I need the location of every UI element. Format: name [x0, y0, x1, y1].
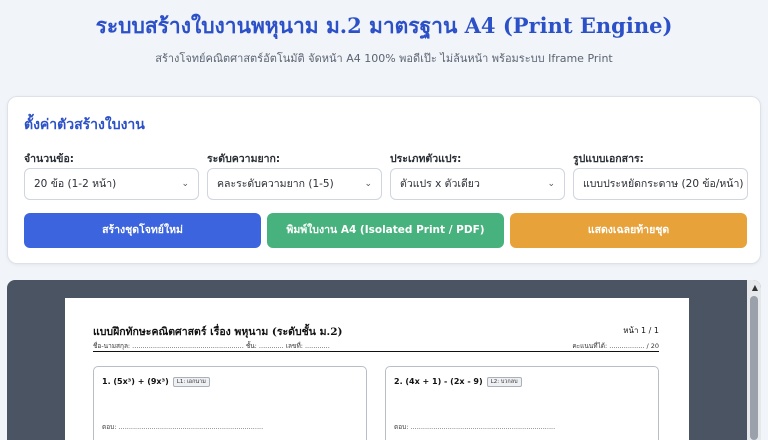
variable-type-select[interactable]: ตัวแปร x ตัวเดียว ⌄ — [390, 168, 565, 200]
question-text: 1. (5x³) + (9x³) L1: เอกนาม — [102, 377, 210, 387]
generate-button[interactable]: สร้างชุดโจทย์ใหม่ — [24, 213, 261, 248]
document-format-select[interactable]: แบบประหยัดกระดาษ (20 ข้อ/หน้า) — [573, 168, 748, 200]
settings-title: ตั้งค่าตัวสร้างใบงาน — [24, 117, 145, 133]
preview-scrollbar[interactable]: ▲ — [747, 280, 761, 440]
question-count-value: 20 ข้อ (1-2 หน้า) — [34, 178, 117, 190]
answer-line: ตอบ: ...................................… — [102, 423, 264, 431]
student-info-line: ชื่อ-นามสกุล: ..........................… — [93, 342, 330, 350]
chevron-down-icon: ⌄ — [181, 179, 189, 189]
difficulty-select[interactable]: คละระดับความยาก (1-5) ⌄ — [207, 168, 382, 200]
scrollbar-thumb[interactable] — [750, 296, 758, 440]
page-title: ระบบสร้างใบงานพหุนาม ม.2 มาตรฐาน A4 (Pri… — [95, 13, 673, 38]
show-answers-button[interactable]: แสดงเฉลยท้ายชุด — [510, 213, 747, 248]
level-badge: L1: เอกนาม — [172, 377, 210, 387]
worksheet-page: แบบฝึกทักษะคณิตศาสตร์ เรื่อง พหุนาม (ระด… — [65, 298, 689, 440]
document-format-label: รูปแบบเอกสาร: — [573, 153, 644, 165]
header-divider — [93, 351, 659, 352]
answer-line: ตอบ: ...................................… — [394, 423, 556, 431]
page-subtitle: สร้างโจทย์คณิตศาสตร์อัตโนมัติ จัดหน้า A4… — [155, 52, 613, 65]
variable-type-value: ตัวแปร x ตัวเดียว — [400, 178, 480, 190]
score-line: คะแนนที่ได้: ................. / 20 — [572, 342, 659, 350]
print-preview: แบบฝึกทักษะคณิตศาสตร์ เรื่อง พหุนาม (ระด… — [7, 280, 761, 440]
question-count-label: จำนวนข้อ: — [24, 153, 74, 165]
question-text: 2. (4x + 1) - (2x - 9) L2: บวกลบ — [394, 377, 522, 387]
difficulty-value: คละระดับความยาก (1-5) — [217, 178, 334, 190]
page-number: หน้า 1 / 1 — [623, 326, 659, 335]
print-button[interactable]: พิมพ์ใบงาน A4 (Isolated Print / PDF) — [267, 213, 504, 248]
settings-panel: ตั้งค่าตัวสร้างใบงาน จำนวนข้อ: 20 ข้อ (1… — [7, 96, 761, 264]
difficulty-label: ระดับความยาก: — [207, 153, 281, 165]
level-badge: L2: บวกลบ — [486, 377, 522, 387]
document-format-value: แบบประหยัดกระดาษ (20 ข้อ/หน้า) — [583, 178, 744, 190]
scroll-up-arrow-icon[interactable]: ▲ — [752, 283, 758, 292]
worksheet-title: แบบฝึกทักษะคณิตศาสตร์ เรื่อง พหุนาม (ระด… — [93, 326, 343, 338]
variable-type-label: ประเภทตัวแปร: — [390, 153, 462, 165]
question-count-select[interactable]: 20 ข้อ (1-2 หน้า) ⌄ — [24, 168, 199, 200]
question-card: 1. (5x³) + (9x³) L1: เอกนาม ตอบ: ........… — [93, 366, 367, 440]
chevron-down-icon: ⌄ — [547, 179, 555, 189]
question-card: 2. (4x + 1) - (2x - 9) L2: บวกลบ ตอบ: ...… — [385, 366, 659, 440]
chevron-down-icon: ⌄ — [364, 179, 372, 189]
